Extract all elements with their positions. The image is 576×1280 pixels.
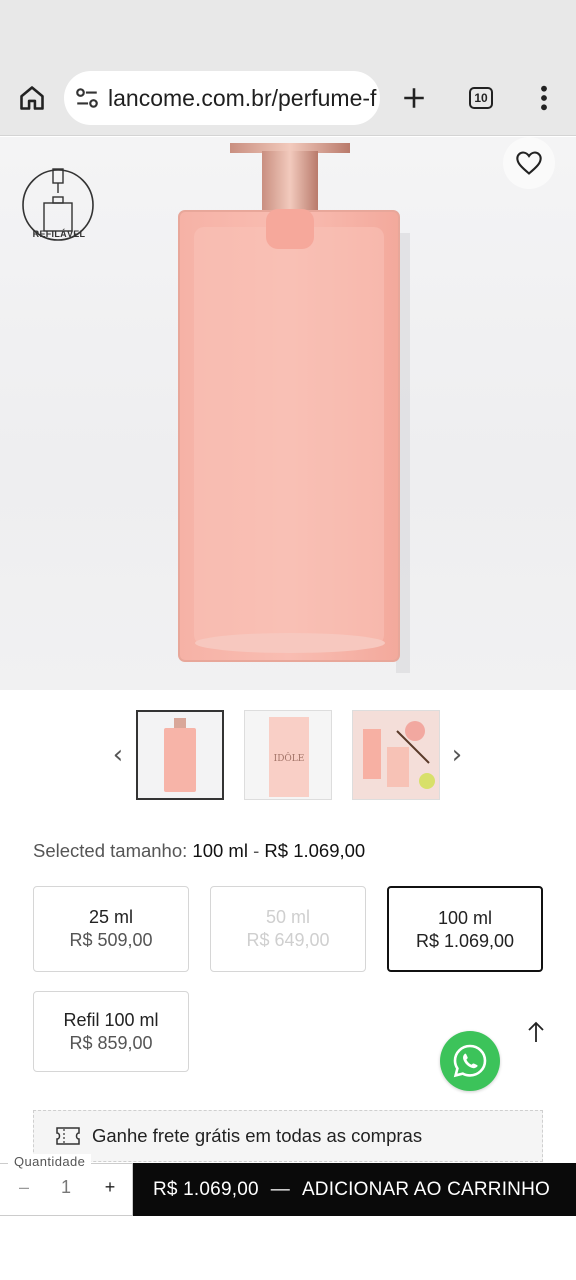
quantity-decrease-button[interactable]: – bbox=[14, 1177, 34, 1201]
whatsapp-button[interactable] bbox=[440, 1031, 500, 1091]
size-option-25ml[interactable]: 25 ml R$ 509,00 bbox=[33, 886, 189, 972]
quantity-increase-button[interactable]: + bbox=[100, 1177, 120, 1201]
browser-toolbar: lancome.com.br/perfume-f 10 bbox=[0, 62, 576, 136]
refill-badge-label: REFILÁVEL bbox=[32, 229, 86, 239]
selected-size-separator: - bbox=[247, 840, 265, 861]
free-shipping-text: Ganhe frete grátis em todas as compras bbox=[92, 1125, 423, 1146]
selected-size-summary: Selected tamanho: 100 ml - R$ 1.069,00 bbox=[33, 840, 365, 862]
add-to-cart-price: R$ 1.069,00 bbox=[153, 1178, 259, 1200]
size-option-100ml[interactable]: 100 ml R$ 1.069,00 bbox=[387, 886, 543, 972]
selected-size-price: R$ 1.069,00 bbox=[264, 840, 366, 861]
add-to-cart-separator: — bbox=[270, 1178, 290, 1200]
scroll-to-top-button[interactable] bbox=[522, 1018, 550, 1046]
heart-icon bbox=[516, 151, 542, 175]
selected-size-value: 100 ml bbox=[192, 840, 248, 861]
status-bar bbox=[0, 0, 576, 62]
more-vert-icon bbox=[541, 85, 547, 111]
address-bar[interactable]: lancome.com.br/perfume-f bbox=[64, 71, 380, 125]
chevron-right-icon[interactable]: › bbox=[447, 740, 467, 770]
home-icon bbox=[20, 86, 44, 110]
site-settings-icon[interactable] bbox=[74, 85, 100, 111]
thumbnail-bottle[interactable] bbox=[136, 710, 224, 800]
home-button[interactable] bbox=[14, 80, 50, 116]
product-image[interactable]: REFILÁVEL bbox=[0, 137, 576, 690]
quantity-label: Quantidade bbox=[8, 1154, 92, 1169]
quantity-value[interactable]: 1 bbox=[56, 1177, 76, 1201]
size-option-price: R$ 649,00 bbox=[246, 930, 330, 950]
page-bottom-area bbox=[0, 1216, 576, 1280]
arrow-up-icon bbox=[528, 1021, 544, 1042]
size-option-name: 50 ml bbox=[265, 907, 310, 927]
svg-text:IDÔLE: IDÔLE bbox=[274, 752, 305, 764]
add-to-cart-label: ADICIONAR AO CARRINHO bbox=[301, 1178, 551, 1200]
ticket-icon bbox=[56, 1127, 80, 1145]
thumbnail-box[interactable]: IDÔLE bbox=[244, 710, 332, 800]
tab-count: 10 bbox=[469, 87, 493, 109]
plus-icon bbox=[404, 88, 424, 108]
browser-menu-button[interactable] bbox=[526, 80, 562, 116]
whatsapp-icon bbox=[453, 1044, 487, 1078]
perfume-bottle-image bbox=[178, 143, 410, 673]
size-option-name: Refil 100 ml bbox=[63, 1010, 159, 1030]
chevron-left-icon[interactable]: ‹ bbox=[108, 740, 128, 770]
add-to-cart-button[interactable]: R$ 1.069,00 — ADICIONAR AO CARRINHO bbox=[133, 1163, 576, 1216]
free-shipping-banner: Ganhe frete grátis em todas as compras bbox=[33, 1110, 543, 1162]
wishlist-button[interactable] bbox=[503, 137, 555, 189]
size-option-price: R$ 509,00 bbox=[69, 930, 153, 950]
thumbnail-notes[interactable] bbox=[352, 710, 440, 800]
size-option-name: 100 ml bbox=[437, 908, 493, 928]
selected-size-prefix: Selected tamanho: bbox=[33, 840, 193, 861]
new-tab-button[interactable] bbox=[396, 80, 432, 116]
url-text: lancome.com.br/perfume-f bbox=[108, 84, 377, 111]
size-option-name: 25 ml bbox=[88, 907, 133, 927]
tab-switcher-button[interactable]: 10 bbox=[463, 80, 499, 116]
size-option-price: R$ 1.069,00 bbox=[415, 931, 515, 951]
size-option-50ml[interactable]: 50 ml R$ 649,00 bbox=[210, 886, 366, 972]
size-option-price: R$ 859,00 bbox=[69, 1033, 153, 1053]
size-option-refil-100ml[interactable]: Refil 100 ml R$ 859,00 bbox=[33, 991, 189, 1072]
image-thumbnails: ‹ IDÔLE › bbox=[0, 705, 576, 805]
